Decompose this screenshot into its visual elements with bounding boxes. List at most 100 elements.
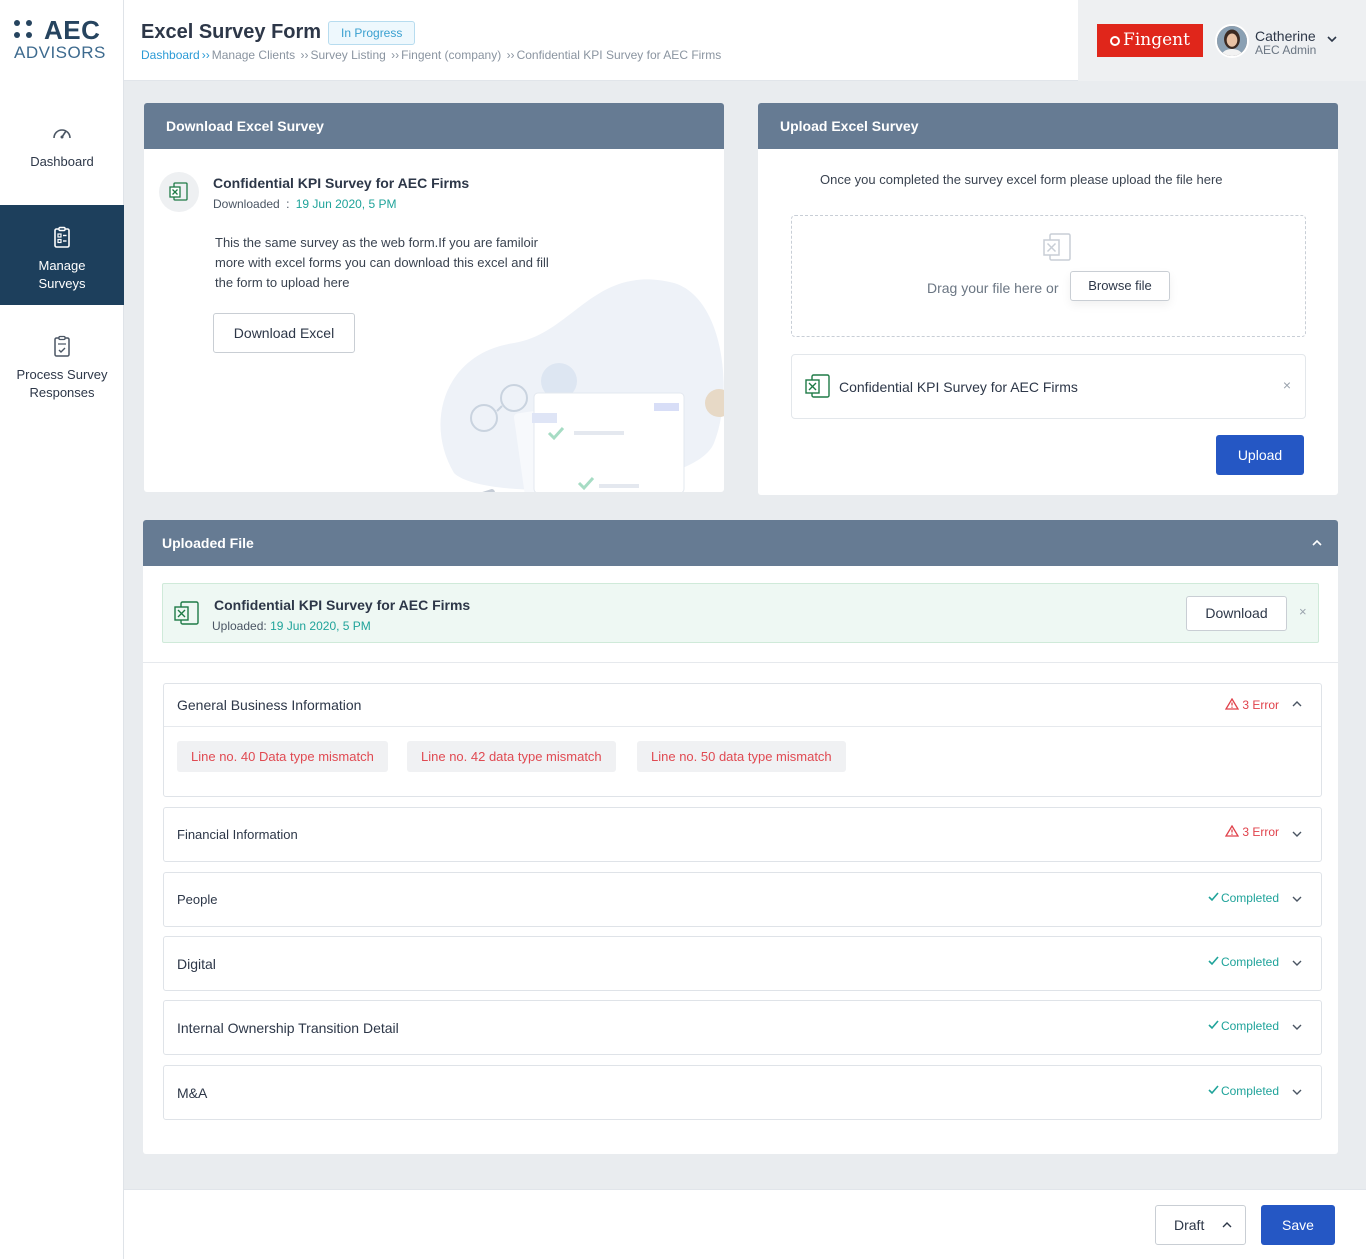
- breadcrumb-separator: ››: [201, 48, 210, 62]
- upload-help-text: Once you completed the survey excel form…: [820, 172, 1223, 187]
- chevron-down-icon[interactable]: [1325, 32, 1339, 46]
- breadcrumb-separator: ››: [506, 48, 515, 62]
- section-status: Completed: [1208, 955, 1279, 969]
- breadcrumb-company[interactable]: Fingent (company): [401, 48, 501, 62]
- section-status-text: Completed: [1220, 1019, 1279, 1033]
- section-status-text: Completed: [1220, 891, 1279, 905]
- user-name[interactable]: Catherine: [1255, 28, 1316, 44]
- card-title: Upload Excel Survey: [758, 103, 1338, 149]
- company-logo: Fingent: [1097, 24, 1203, 57]
- warning-icon: [1225, 697, 1240, 710]
- section-title: Digital: [177, 956, 216, 972]
- avatar-photo-icon: [1217, 26, 1247, 56]
- sidebar-item-process-survey-responses[interactable]: Process Survey Responses: [0, 334, 124, 414]
- sidebar-item-dashboard[interactable]: Dashboard: [0, 118, 124, 198]
- chevron-down-icon[interactable]: [1291, 828, 1303, 840]
- check-icon: [1208, 1020, 1219, 1030]
- chevron-down-icon[interactable]: [1291, 893, 1303, 905]
- breadcrumb-survey-listing[interactable]: Survey Listing: [310, 48, 385, 62]
- section-digital[interactable]: Digital Completed: [163, 936, 1322, 991]
- breadcrumb: Dashboard ›› Manage Clients ›› Survey Listi…: [141, 48, 721, 62]
- header-user-area: Fingent Catherine AEC Admin: [1078, 0, 1366, 81]
- company-logo-text: Fingent: [1123, 30, 1190, 50]
- logo-text-top: AEC: [44, 15, 101, 45]
- chevron-up-icon[interactable]: [1310, 536, 1324, 550]
- section-internal-ownership-transition-detail[interactable]: Internal Ownership Transition Detail Com…: [163, 1000, 1322, 1055]
- browse-file-button[interactable]: Browse file: [1070, 271, 1170, 301]
- chevron-down-icon[interactable]: [1291, 1086, 1303, 1098]
- clipboard-check-icon: [54, 335, 70, 357]
- download-meta: Downloaded : 19 Jun 2020, 5 PM: [213, 197, 396, 211]
- chevron-up-icon[interactable]: [1291, 698, 1303, 710]
- section-m-and-a[interactable]: M&A Completed: [163, 1065, 1322, 1120]
- uploaded-date: 19 Jun 2020, 5 PM: [270, 619, 371, 633]
- panel-title[interactable]: Uploaded File: [143, 520, 1338, 566]
- section-status: Completed: [1208, 1019, 1279, 1033]
- download-excel-button[interactable]: Download Excel: [213, 313, 355, 353]
- download-description: This the same survey as the web form.If …: [215, 235, 549, 290]
- avatar[interactable]: [1215, 24, 1249, 58]
- draft-dropdown[interactable]: Draft: [1155, 1205, 1246, 1245]
- error-chip[interactable]: Line no. 50 data type mismatch: [637, 741, 846, 772]
- save-button[interactable]: Save: [1261, 1205, 1335, 1245]
- section-title: M&A: [177, 1085, 208, 1101]
- chevron-down-icon[interactable]: [1291, 957, 1303, 969]
- page-title: Excel Survey Form: [141, 21, 322, 43]
- error-chip[interactable]: Line no. 42 data type mismatch: [407, 741, 616, 772]
- section-status-text: Completed: [1220, 955, 1279, 969]
- section-title: General Business Information: [177, 697, 362, 713]
- excel-file-icon: [169, 182, 188, 201]
- section-status-text: 3 Error: [1242, 698, 1279, 712]
- download-button[interactable]: Download: [1186, 596, 1287, 631]
- breadcrumb-separator: ››: [391, 48, 400, 62]
- file-dropzone[interactable]: Drag your file here or Browse file: [791, 215, 1306, 337]
- section-status-text: 3 Error: [1242, 825, 1279, 839]
- section-status-text: Completed: [1220, 1084, 1279, 1098]
- check-icon: [1208, 1085, 1219, 1095]
- uploaded-meta: Uploaded: 19 Jun 2020, 5 PM: [212, 619, 371, 633]
- remove-file-icon[interactable]: ×: [1283, 377, 1291, 393]
- top-header: Excel Survey Form In Progress Dashboard ›…: [124, 0, 1366, 81]
- upload-button[interactable]: Upload: [1216, 435, 1304, 475]
- excel-file-icon: [805, 374, 830, 398]
- selected-file-row: Confidential KPI Survey for AEC Firms ×: [791, 354, 1306, 419]
- downloaded-separator: :: [286, 197, 290, 211]
- breadcrumb-manage-clients[interactable]: Manage Clients: [212, 48, 295, 62]
- sidebar-item-label: Dashboard: [30, 154, 94, 169]
- error-list: Line no. 40 Data type mismatch Line no. …: [164, 726, 1321, 797]
- section-status: Completed: [1208, 1084, 1279, 1098]
- sidebar-item-label: Manage Surveys: [38, 258, 86, 291]
- breadcrumb-separator: ››: [300, 48, 309, 62]
- sidebar-item-label: Process Survey Responses: [16, 367, 108, 400]
- downloaded-date: 19 Jun 2020, 5 PM: [295, 197, 397, 211]
- uploaded-file-panel: Uploaded File Confidential KPI Survey fo…: [143, 520, 1338, 1154]
- clipboard-list-icon: [54, 226, 70, 248]
- section-title: People: [177, 892, 218, 907]
- breadcrumb-current: Confidential KPI Survey for AEC Firms: [516, 48, 722, 62]
- uploaded-file-name: Confidential KPI Survey for AEC Firms: [214, 597, 471, 613]
- aec-advisors-logo[interactable]: AEC ADVISORS: [14, 16, 114, 64]
- chevron-down-icon[interactable]: [1291, 1021, 1303, 1033]
- excel-file-icon: [174, 601, 199, 625]
- section-title: Internal Ownership Transition Detail: [177, 1020, 399, 1036]
- check-icon: [1208, 956, 1219, 966]
- drop-instruction: Drag your file here or: [927, 280, 1059, 296]
- section-status: Completed: [1208, 891, 1279, 905]
- sidebar-item-manage-surveys[interactable]: Manage Surveys: [0, 205, 124, 305]
- logo-dots-icon: [14, 20, 36, 42]
- section-status: 3 Error: [1225, 824, 1279, 839]
- warning-icon: [1225, 824, 1240, 837]
- check-icon: [1208, 892, 1219, 902]
- remove-upload-icon[interactable]: ×: [1299, 604, 1307, 619]
- gauge-icon: [53, 129, 71, 139]
- section-people[interactable]: People Completed: [163, 872, 1322, 927]
- card-title: Download Excel Survey: [144, 103, 724, 149]
- uploaded-file-banner: Confidential KPI Survey for AEC Firms Up…: [162, 583, 1319, 643]
- download-excel-card: Download Excel Survey Confidential KPI S…: [144, 103, 724, 492]
- fingent-mark-icon: [1110, 36, 1121, 46]
- upload-excel-card: Upload Excel Survey Once you completed t…: [758, 103, 1338, 495]
- section-header[interactable]: General Business Information 3 Error: [164, 684, 1321, 726]
- error-chip[interactable]: Line no. 40 Data type mismatch: [177, 741, 388, 772]
- breadcrumb-dashboard[interactable]: Dashboard: [141, 48, 200, 62]
- section-financial-information[interactable]: Financial Information 3 Error: [163, 807, 1322, 862]
